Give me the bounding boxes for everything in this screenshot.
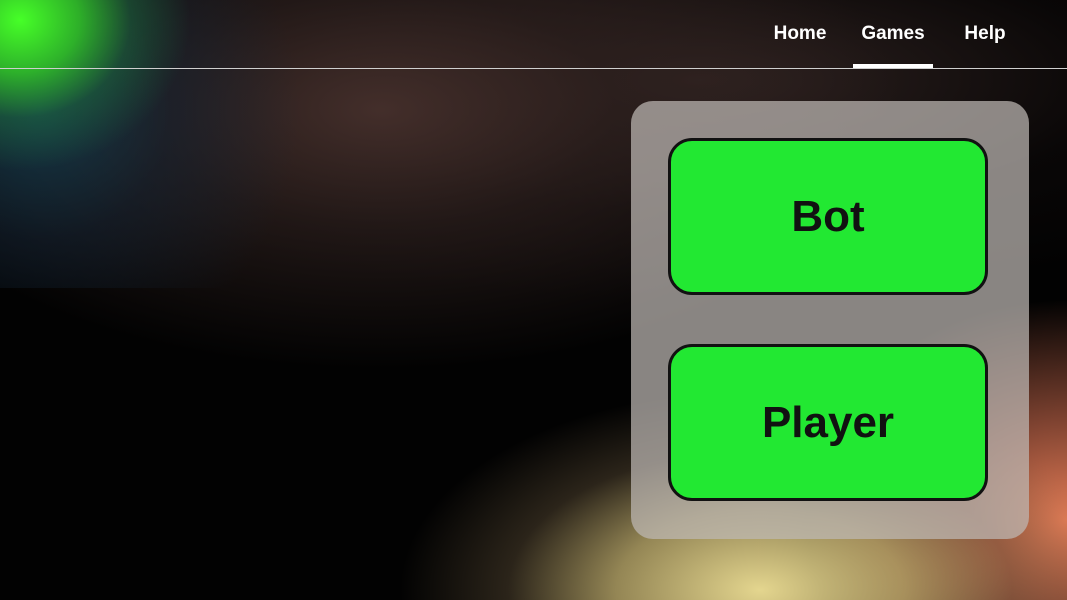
background-green-glow [0,0,300,288]
nav-active-indicator [853,64,933,68]
nav-divider [0,68,1067,69]
bot-button[interactable]: Bot [668,138,988,295]
nav-item-games[interactable]: Games [853,0,933,68]
game-mode-panel: Bot Player [631,101,1029,539]
player-button[interactable]: Player [668,344,988,501]
app-screen: Home Games Help Bot Player [0,0,1067,600]
nav-item-help[interactable]: Help [955,0,1015,68]
nav-item-home[interactable]: Home [764,0,836,68]
